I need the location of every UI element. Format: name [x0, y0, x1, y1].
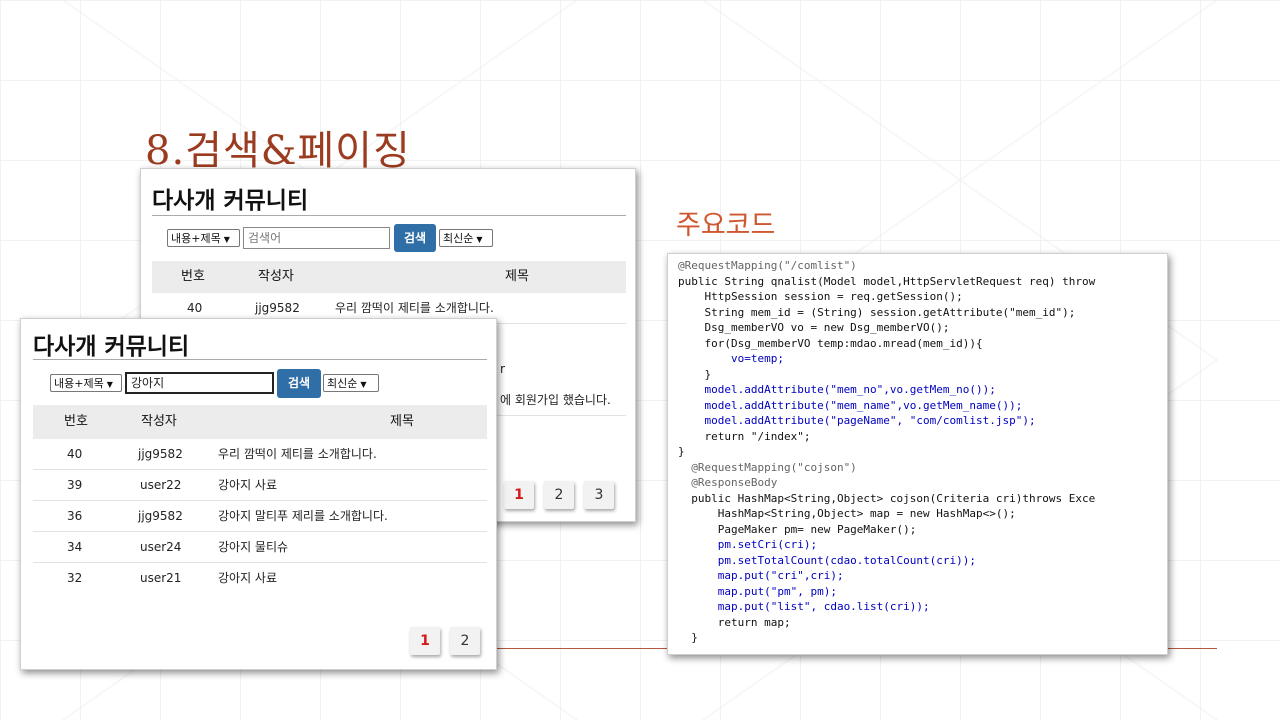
- search-input[interactable]: 검색어: [243, 227, 390, 249]
- partial-row: r: [496, 355, 626, 384]
- sort-value: 최신순: [443, 232, 474, 245]
- code-block: @RequestMapping("/comlist") public Strin…: [678, 258, 1095, 646]
- search-button[interactable]: 검색: [394, 224, 436, 252]
- sort-select[interactable]: 최신순 ▼: [323, 374, 379, 392]
- column-header-no: 번호: [64, 414, 88, 429]
- code-line: map.put("cri",cri);: [678, 569, 844, 582]
- page-button-2[interactable]: 2: [450, 627, 480, 655]
- code-line: return map;: [678, 615, 791, 629]
- code-line: @RequestMapping("/comlist"): [678, 259, 857, 272]
- code-line: vo=temp;: [678, 352, 784, 365]
- row-writer: user21: [140, 571, 182, 585]
- sort-select[interactable]: 최신순 ▼: [439, 229, 493, 247]
- column-header-writer: 작성자: [141, 414, 177, 429]
- page-button-2[interactable]: 2: [544, 481, 574, 509]
- column-header-title: 제목: [505, 269, 529, 284]
- row-no: 40: [67, 447, 83, 461]
- code-line: @ResponseBody: [678, 476, 778, 489]
- column-header-title: 제목: [390, 414, 414, 429]
- column-header-no: 번호: [181, 269, 205, 284]
- code-line: }: [678, 367, 712, 381]
- search-type-select[interactable]: 내용+제목 ▼: [167, 229, 240, 247]
- title-divider: [33, 359, 487, 360]
- column-header-writer: 작성자: [258, 269, 294, 284]
- table-header: 번호 작성자 제목: [33, 405, 487, 439]
- code-line: }: [678, 445, 685, 458]
- row-no: 36: [67, 509, 83, 523]
- board-title: 다사개 커뮤니티: [152, 188, 309, 214]
- row-title[interactable]: 우리 깜떡이 제티를 소개합니다.: [218, 439, 377, 469]
- code-line: HttpSession session = req.getSession();: [678, 290, 963, 303]
- code-line: model.addAttribute("mem_no",vo.getMem_no…: [678, 383, 996, 396]
- search-type-select[interactable]: 내용+제목 ▼: [50, 374, 122, 392]
- chevron-down-icon: ▼: [360, 380, 367, 389]
- code-line: @RequestMapping("cojson"): [678, 460, 857, 474]
- row-no: 32: [67, 571, 83, 585]
- code-line: Dsg_memberVO vo = new Dsg_memberVO();: [678, 321, 950, 334]
- page-button-1[interactable]: 1: [504, 481, 534, 509]
- table-row[interactable]: 32 user21 강아지 사료: [33, 563, 487, 593]
- code-screenshot: @RequestMapping("/comlist") public Strin…: [667, 253, 1168, 655]
- search-button[interactable]: 검색: [277, 369, 321, 398]
- row-writer: user22: [140, 478, 182, 492]
- code-line: pm.setTotalCount(cdao.totalCount(cri));: [678, 553, 977, 567]
- code-line: PageMaker pm= new PageMaker();: [678, 522, 917, 536]
- table-row[interactable]: 34 user24 강아지 물티슈: [33, 532, 487, 563]
- search-type-value: 내용+제목: [171, 232, 221, 245]
- slide-subtitle: 주요코드: [676, 210, 776, 241]
- code-line: public String qnalist(Model model,HttpSe…: [678, 274, 1096, 288]
- code-line: return "/index";: [678, 429, 811, 443]
- code-line: pm.setCri(cri);: [678, 538, 818, 551]
- code-line: map.put("pm", pm);: [678, 584, 837, 598]
- row-writer: user24: [140, 540, 182, 554]
- sort-value: 최신순: [327, 377, 358, 390]
- search-input[interactable]: 강아지: [125, 372, 274, 394]
- board-title: 다사개 커뮤니티: [33, 334, 190, 360]
- code-line: }: [678, 631, 698, 644]
- row-title-fragment: r: [500, 362, 505, 376]
- partial-row: 에 회원가입 했습니다.: [496, 385, 626, 416]
- code-line: map.put("list", cdao.list(cri));: [678, 600, 930, 613]
- code-line: model.addAttribute("pageName", "com/coml…: [678, 414, 1036, 427]
- code-line: model.addAttribute("mem_name",vo.getMem_…: [678, 398, 1023, 412]
- table-row[interactable]: 36 jjg9582 강아지 말티푸 제리를 소개합니다.: [33, 501, 487, 532]
- title-divider: [152, 215, 626, 216]
- page-button-1[interactable]: 1: [410, 627, 440, 655]
- code-line: HashMap<String,Object> map = new HashMap…: [678, 507, 1016, 520]
- row-writer: jjg9582: [138, 447, 183, 461]
- row-no: 34: [67, 540, 83, 554]
- table-header: 번호 작성자 제목: [152, 261, 626, 293]
- board-screenshot-after-search: 다사개 커뮤니티 내용+제목 ▼ 강아지 검색 최신순 ▼ 번호 작성자 제목 40…: [20, 318, 497, 670]
- row-title-fragment: 에 회원가입 했습니다.: [500, 393, 611, 407]
- code-line: for(Dsg_memberVO temp:mdao.mread(mem_id)…: [678, 336, 983, 350]
- code-line: public HashMap<String,Object> cojson(Cri…: [678, 491, 1096, 505]
- code-line: String mem_id = (String) session.getAttr…: [678, 305, 1076, 319]
- table-row[interactable]: 39 user22 강아지 사료: [33, 470, 487, 501]
- table-row[interactable]: 40 jjg9582 우리 깜떡이 제티를 소개합니다.: [33, 439, 487, 470]
- row-title[interactable]: 강아지 말티푸 제리를 소개합니다.: [218, 501, 388, 531]
- chevron-down-icon: ▼: [476, 235, 483, 244]
- row-title[interactable]: 강아지 사료: [218, 470, 277, 500]
- row-title[interactable]: 강아지 물티슈: [218, 532, 288, 562]
- page-button-3[interactable]: 3: [584, 481, 614, 509]
- search-type-value: 내용+제목: [54, 377, 104, 390]
- row-writer: jjg9582: [138, 509, 183, 523]
- chevron-down-icon: ▼: [106, 380, 113, 389]
- row-no: 39: [67, 478, 83, 492]
- chevron-down-icon: ▼: [223, 235, 230, 244]
- row-title[interactable]: 강아지 사료: [218, 563, 277, 593]
